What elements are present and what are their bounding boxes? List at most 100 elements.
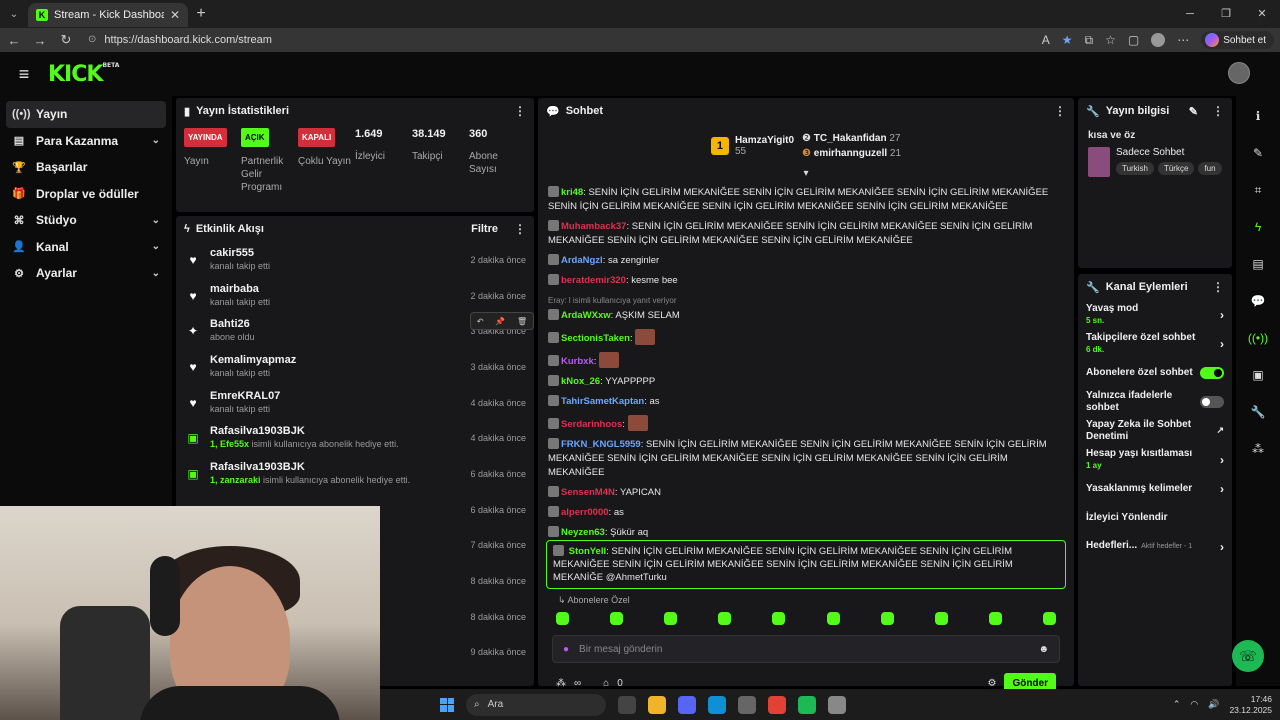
- chat-username[interactable]: SensenM4N: [561, 487, 615, 498]
- focus-icon[interactable]: ⌗: [1247, 178, 1269, 202]
- emote-icon[interactable]: [664, 612, 678, 625]
- gifter-second[interactable]: ❷ TC_Hakanfidan 27: [802, 131, 901, 146]
- chat-icon[interactable]: 💬: [1247, 289, 1269, 313]
- chat-message[interactable]: kNox_26: YYAPPPPP: [548, 375, 1064, 389]
- chat-settings-icon[interactable]: ⚙: [987, 678, 996, 689]
- favorites-icon[interactable]: ☆: [1105, 33, 1116, 47]
- tools-icon[interactable]: 🔧: [1247, 400, 1269, 424]
- chrome-icon[interactable]: [768, 695, 786, 714]
- store-icon[interactable]: ⌂: [603, 678, 609, 689]
- stream-tag[interactable]: Turkish: [1116, 162, 1154, 175]
- feed-item[interactable]: ♥ EmreKRAL07 kanalı takip etti 4 dakika önc…: [176, 385, 534, 421]
- community-icon[interactable]: ⁂: [1247, 437, 1269, 461]
- chat-input[interactable]: ● Bir mesaj gönderin ☻: [552, 635, 1060, 663]
- new-tab-button[interactable]: +: [188, 5, 214, 23]
- forward-icon[interactable]: →: [32, 33, 48, 48]
- chat-message[interactable]: beratdemir320: kesme bee: [548, 274, 1064, 288]
- chat-message[interactable]: Neyzen63: Şükür aq: [548, 526, 1064, 540]
- more-icon[interactable]: ⋯: [1177, 33, 1189, 47]
- feed-item[interactable]: ♥ cakir555 kanalı takip etti 2 dakika önce: [176, 242, 534, 278]
- capcut-icon[interactable]: [828, 695, 846, 714]
- layout-icon[interactable]: ▣: [1247, 363, 1269, 387]
- feed-username[interactable]: mairbaba: [210, 283, 460, 296]
- channel-action[interactable]: İzleyici Yönlendir: [1078, 503, 1232, 532]
- pencil-icon[interactable]: ✎: [1247, 141, 1269, 165]
- sidebar-item[interactable]: ⌘ Stüdyo ⌄: [6, 207, 166, 234]
- highlighted-message[interactable]: StonYell: SENİN İÇİN GELİRİM MEKANİĞEE S…: [546, 540, 1066, 589]
- chat-message[interactable]: FRKN_KNGL5959: SENİN İÇİN GELİRİM MEKANİ…: [548, 438, 1064, 480]
- delete-icon[interactable]: 🗑: [517, 317, 527, 326]
- emote-icon[interactable]: [556, 612, 569, 625]
- browser-tab[interactable]: K Stream - Kick Dashboard ✕: [28, 3, 188, 27]
- emote-icon[interactable]: [610, 612, 624, 625]
- wifi-icon[interactable]: ◠: [1190, 699, 1198, 710]
- clock[interactable]: 17:46 23.12.2025: [1229, 694, 1272, 716]
- chat-message[interactable]: SensenM4N: YAPICAN: [548, 486, 1064, 500]
- sidebar-item[interactable]: ⚙ Ayarlar ⌄: [6, 260, 166, 287]
- channel-action[interactable]: Takipçilere özel sohbet 6 dk. ›: [1078, 329, 1232, 358]
- filter-button[interactable]: Filtre: [471, 223, 498, 235]
- sidebar-item[interactable]: 🏆 Başarılar: [6, 154, 166, 181]
- chat-message[interactable]: ArdaNgzl: sa zenginler: [548, 254, 1064, 268]
- feed-item[interactable]: ▣ Rafasilva1903BJK 1, zanzaraki isimli kul…: [176, 456, 534, 492]
- feed-username[interactable]: Bahti26: [210, 318, 460, 331]
- chat-message[interactable]: kri48: SENİN İÇİN GELİRİM MEKANİĞEE SENİ…: [548, 186, 1064, 214]
- broadcast-icon[interactable]: ((•)): [1247, 326, 1269, 350]
- url-field[interactable]: ⊙ https://dashboard.kick.com/stream: [84, 30, 1032, 50]
- sidebar-item[interactable]: ▤ Para Kazanma ⌄: [6, 128, 166, 155]
- chat-username[interactable]: Muhamback37: [561, 221, 626, 232]
- sidebar-item[interactable]: 👤 Kanal ⌄: [6, 234, 166, 261]
- steam-icon[interactable]: [738, 695, 756, 714]
- discord-icon[interactable]: [678, 695, 696, 714]
- collections-icon[interactable]: ▢: [1128, 33, 1139, 47]
- emote-icon[interactable]: [718, 612, 732, 625]
- toggle-switch[interactable]: [1200, 366, 1224, 379]
- chat-username[interactable]: ArdaWXxw: [561, 310, 611, 321]
- microphone-icon[interactable]: ●: [563, 644, 569, 655]
- bolt-icon[interactable]: ϟ: [1247, 215, 1269, 239]
- chat-username[interactable]: TahirSametKaptan: [561, 396, 644, 407]
- close-tab-icon[interactable]: ✕: [170, 8, 180, 22]
- gifter-first[interactable]: 1 HamzaYigit0 55: [710, 135, 794, 157]
- chat-username[interactable]: Serdarinhoos: [561, 419, 622, 430]
- emote-icon[interactable]: [988, 612, 1002, 625]
- file-explorer-icon[interactable]: [648, 695, 666, 714]
- menu-icon[interactable]: ≡: [0, 64, 48, 85]
- pinned-user[interactable]: StonYell: [569, 546, 606, 557]
- chat-message[interactable]: SectionisTaken:: [548, 329, 1064, 346]
- channel-action[interactable]: Abonelere özel sohbet: [1078, 358, 1232, 387]
- chat-message[interactable]: Serdarinhoos:: [548, 415, 1064, 432]
- chat-username[interactable]: Neyzen63: [561, 527, 605, 538]
- feed-username[interactable]: Rafasilva1903BJK: [210, 461, 460, 474]
- edge-icon[interactable]: [708, 695, 726, 714]
- feed-item[interactable]: ▣ Rafasilva1903BJK 1, Efe55x isimli kullan…: [176, 420, 534, 456]
- taskbar-search[interactable]: ⌕ Ara: [466, 693, 606, 716]
- chat-message[interactable]: TahirSametKaptan: as: [548, 395, 1064, 409]
- stream-tag[interactable]: fun: [1198, 162, 1222, 175]
- chat-message[interactable]: alperr0000: as: [548, 506, 1064, 520]
- document-icon[interactable]: ▤: [1247, 252, 1269, 276]
- windows-start-icon[interactable]: [440, 697, 454, 712]
- stream-info-more-icon[interactable]: ⋮: [1212, 104, 1224, 118]
- emote-icon[interactable]: [880, 612, 894, 625]
- feed-username[interactable]: EmreKRAL07: [210, 390, 460, 403]
- toggle-switch[interactable]: [1200, 395, 1224, 408]
- channel-action[interactable]: Hedefleri... Aktif hedefler - 1 ›: [1078, 532, 1232, 561]
- volume-icon[interactable]: 🔊: [1208, 699, 1219, 710]
- task-view-icon[interactable]: [618, 695, 636, 714]
- sidebar-item[interactable]: 🎁 Droplar ve ödüller: [6, 181, 166, 208]
- restore-icon[interactable]: ❐: [1208, 0, 1244, 28]
- user-avatar[interactable]: [1228, 62, 1250, 84]
- chat-username[interactable]: Kurbxk: [561, 356, 594, 367]
- stream-tag[interactable]: Türkçe: [1157, 162, 1195, 175]
- support-chat-button[interactable]: ☏: [1232, 640, 1264, 672]
- info-icon[interactable]: ℹ: [1247, 104, 1269, 128]
- feed-username[interactable]: cakir555: [210, 247, 460, 260]
- chat-more-icon[interactable]: ⋮: [1054, 104, 1066, 118]
- reply-context[interactable]: Eray: l isimli kullanıcıya yanıt veriyor: [548, 294, 1064, 308]
- reply-icon[interactable]: ↶: [477, 317, 484, 326]
- chat-username[interactable]: FRKN_KNGL5959: [561, 439, 641, 450]
- profile-avatar[interactable]: [1151, 33, 1166, 47]
- read-aloud-icon[interactable]: A: [1042, 33, 1050, 47]
- channel-action[interactable]: Yasaklanmış kelimeler ›: [1078, 474, 1232, 503]
